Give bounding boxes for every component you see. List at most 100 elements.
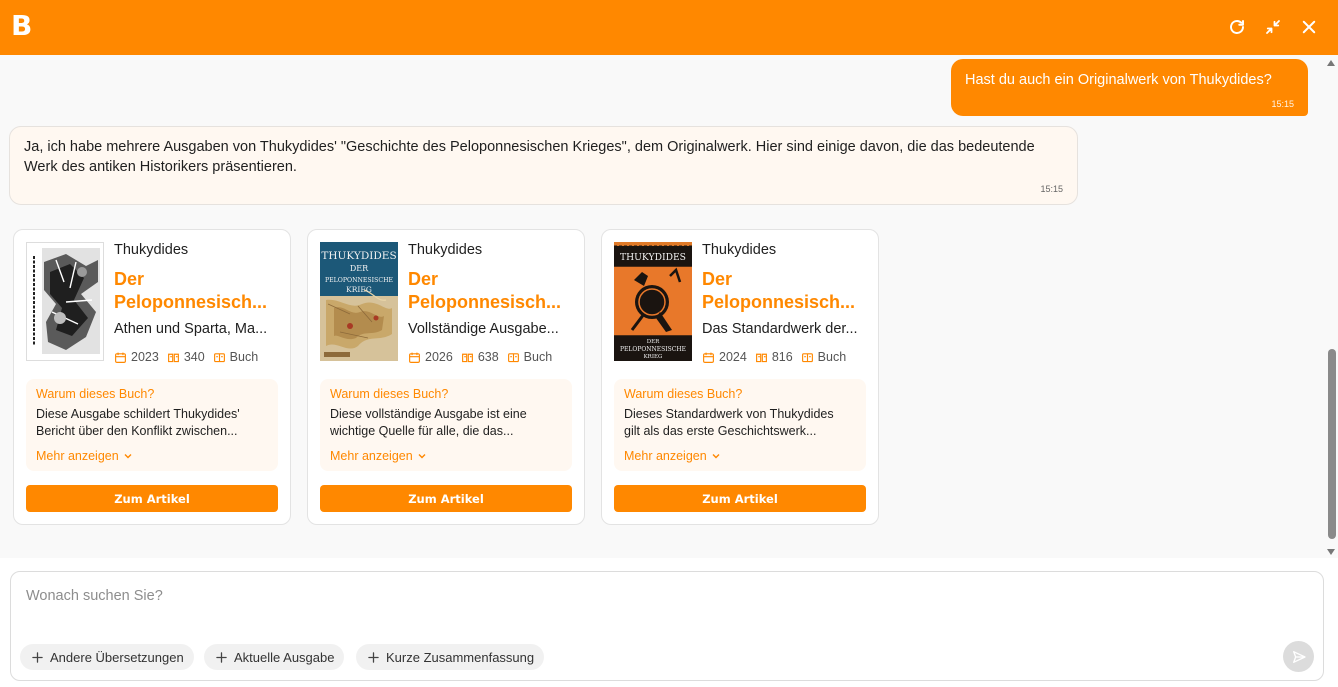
- book-title[interactable]: Der Peloponnesisch...: [702, 268, 866, 314]
- book-format-icon: [801, 352, 813, 362]
- scroll-thumb[interactable]: [1328, 349, 1336, 539]
- book-card: THUKYDIDES DER PELOPONNESISCHE KRIEG Thu…: [307, 229, 585, 525]
- book-year: 2023: [131, 350, 159, 364]
- user-message-time: 15:15: [1271, 99, 1294, 109]
- book-title-line: Peloponnesisch...: [702, 292, 856, 312]
- cover-line: DER: [350, 264, 369, 273]
- book-pages: 340: [183, 350, 205, 364]
- chevron-down-icon: [124, 454, 132, 459]
- why-text-line: gilt als das erste Geschichtswerk...: [624, 423, 817, 438]
- book-meta: 2026 638 Buch: [408, 350, 552, 364]
- show-more-link[interactable]: Mehr anzeigen: [330, 449, 427, 463]
- book-cover[interactable]: [26, 242, 104, 361]
- book-title[interactable]: Der Peloponnesisch...: [114, 268, 278, 314]
- book-format: Buch: [523, 350, 553, 364]
- why-this-book: Warum dieses Buch? Diese Ausgabe schilde…: [26, 379, 278, 471]
- plus-icon: [216, 651, 227, 663]
- why-text: Diese Ausgabe schildert Thukydides' Beri…: [36, 406, 268, 439]
- why-text-line: Diese vollständige Ausgabe ist eine: [330, 407, 527, 421]
- scroll-up-arrow[interactable]: [1327, 60, 1335, 66]
- suggestion-chip-label: Kurze Zusammenfassung: [386, 649, 535, 665]
- book-title-line: Der: [702, 269, 733, 289]
- why-text-line: Diese Ausgabe schildert Thukydides': [36, 407, 240, 421]
- calendar-icon: [115, 352, 126, 363]
- book-subtitle: Vollständige Ausgabe...: [408, 321, 559, 337]
- book-pages: 816: [771, 350, 793, 364]
- book-author: Thukydides: [408, 242, 483, 258]
- open-book-icon: [755, 353, 767, 362]
- view-article-button[interactable]: Zum Artikel: [614, 485, 866, 512]
- cover-line: KRIEG: [346, 285, 372, 294]
- chat-scrollbar[interactable]: [1324, 55, 1338, 558]
- chevron-down-icon: [418, 454, 426, 459]
- show-more-label: Mehr anzeigen: [330, 449, 413, 463]
- suggestion-chip-label: Andere Übersetzungen: [50, 649, 184, 665]
- book-cover[interactable]: THUKYDIDES DER PELOPONNESISCHE KRIEG: [614, 242, 692, 361]
- search-input[interactable]: [26, 584, 1306, 608]
- why-text: Dieses Standardwerk von Thukydides gilt …: [624, 406, 856, 439]
- cover-line: PELOPONNESISCHE: [620, 346, 686, 353]
- why-heading: Warum dieses Buch?: [330, 387, 449, 401]
- plus-icon: [368, 651, 379, 663]
- book-format: Buch: [229, 350, 259, 364]
- show-more-link[interactable]: Mehr anzeigen: [624, 449, 721, 463]
- send-icon: [1292, 650, 1306, 663]
- view-article-button[interactable]: Zum Artikel: [320, 485, 572, 512]
- book-title-line: Peloponnesisch...: [408, 292, 562, 312]
- book-format: Buch: [817, 350, 847, 364]
- suggestion-chip-label: Aktuelle Ausgabe: [234, 649, 335, 665]
- user-message-text: Hast du auch ein Originalwerk von Thukyd…: [965, 72, 1272, 88]
- why-this-book: Warum dieses Buch? Dieses Standardwerk v…: [614, 379, 866, 471]
- book-title[interactable]: Der Peloponnesisch...: [408, 268, 572, 314]
- view-article-button[interactable]: Zum Artikel: [26, 485, 278, 512]
- suggestion-chip[interactable]: Aktuelle Ausgabe: [204, 644, 345, 670]
- show-more-label: Mehr anzeigen: [624, 449, 707, 463]
- book-subtitle: Das Standardwerk der...: [702, 321, 858, 337]
- chevron-down-icon: [712, 454, 720, 459]
- message-composer: Andere Übersetzungen Aktuelle Ausgabe Ku…: [10, 571, 1324, 681]
- refresh-icon: [1230, 20, 1244, 34]
- open-book-icon: [167, 353, 179, 362]
- book-format-icon: [507, 352, 519, 362]
- why-text-line: Bericht über den Konflikt zwischen...: [36, 423, 238, 438]
- book-title-line: Der: [114, 269, 145, 289]
- suggestion-chip[interactable]: Andere Übersetzungen: [20, 644, 194, 670]
- book-title-line: Peloponnesisch...: [114, 292, 268, 312]
- refresh-button[interactable]: [1226, 16, 1248, 38]
- show-more-link[interactable]: Mehr anzeigen: [36, 449, 133, 463]
- open-book-icon: [461, 353, 473, 362]
- book-meta: 2023 340 Buch: [114, 350, 258, 364]
- minimize-button[interactable]: [1262, 16, 1284, 38]
- cover-title: THUKYDIDES: [620, 252, 686, 263]
- top-bar: B: [0, 0, 1338, 55]
- book-cover-image: THUKYDIDES DER PELOPONNESISCHE KRIEG: [614, 242, 692, 361]
- why-text-line: wichtige Quelle für alle, die das...: [330, 423, 514, 438]
- book-cover-image: THUKYDIDES DER PELOPONNESISCHE KRIEG: [320, 242, 398, 361]
- bot-message-time: 15:15: [1040, 184, 1063, 194]
- book-format-icon: [213, 352, 225, 362]
- cover-title: THUKYDIDES: [321, 250, 396, 262]
- book-subtitle: Athen und Sparta, Ma...: [114, 321, 268, 337]
- minimize-icon: [1266, 20, 1280, 34]
- cover-line: KRIEG: [644, 354, 663, 360]
- close-button[interactable]: [1298, 16, 1320, 38]
- book-pages: 638: [477, 350, 499, 364]
- chat-area[interactable]: Hast du auch ein Originalwerk von Thukyd…: [0, 55, 1338, 558]
- cover-line: PELOPONNESISCHE: [325, 277, 393, 284]
- close-icon: [1302, 20, 1316, 34]
- book-year: 2024: [719, 350, 747, 364]
- why-heading: Warum dieses Buch?: [624, 387, 743, 401]
- book-author: Thukydides: [114, 242, 189, 258]
- bot-message-text: Ja, ich habe mehrere Ausgaben von Thukyd…: [24, 139, 1035, 175]
- suggestion-chip[interactable]: Kurze Zusammenfassung: [356, 644, 545, 670]
- scroll-down-arrow[interactable]: [1327, 549, 1335, 555]
- send-button[interactable]: [1283, 641, 1314, 672]
- why-text: Diese vollständige Ausgabe ist eine wich…: [330, 406, 562, 439]
- book-meta: 2024 816 Buch: [702, 350, 846, 364]
- cover-line: DER: [647, 339, 660, 345]
- calendar-icon: [703, 352, 714, 363]
- book-cover-image: [26, 242, 104, 361]
- book-author: Thukydides: [702, 242, 777, 258]
- book-cover[interactable]: THUKYDIDES DER PELOPONNESISCHE KRIEG: [320, 242, 398, 361]
- book-year: 2026: [425, 350, 453, 364]
